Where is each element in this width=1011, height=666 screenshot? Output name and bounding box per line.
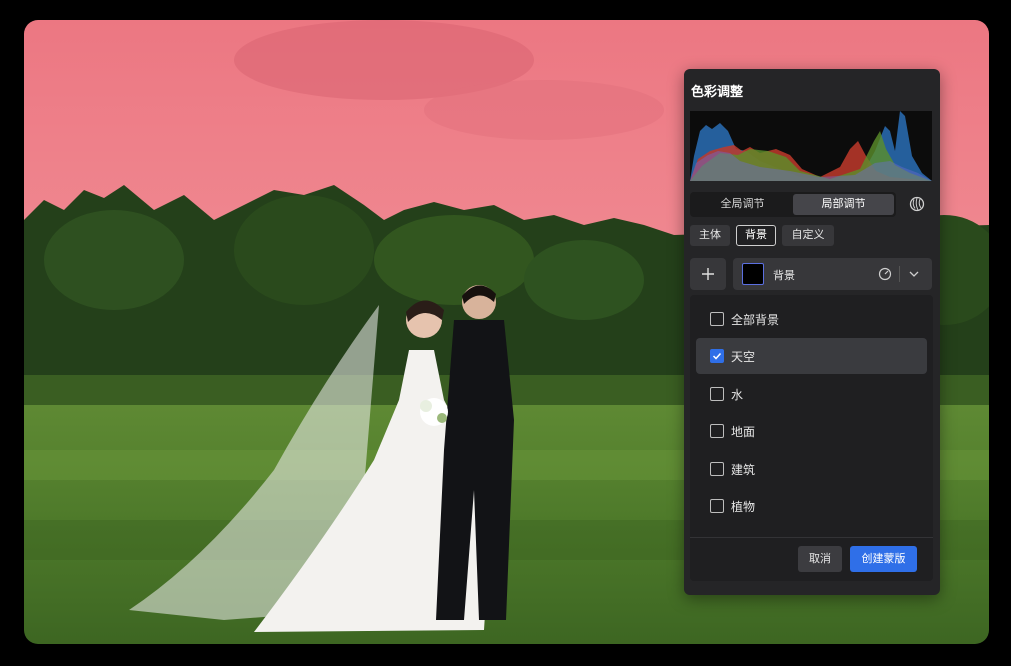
mask-options-dropdown: 全部背景 天空 水 地面 建筑 植物 取消 创建蒙版 (690, 295, 933, 581)
dropdown-divider (690, 537, 933, 538)
select-divider (899, 266, 900, 282)
chip-custom[interactable]: 自定义 (782, 225, 834, 246)
option-plants[interactable]: 植物 (696, 488, 927, 524)
checkbox[interactable] (710, 424, 724, 438)
checkbox[interactable] (710, 462, 724, 476)
option-label: 植物 (731, 500, 756, 514)
checkbox[interactable] (710, 499, 724, 513)
chevron-down-icon[interactable] (908, 268, 920, 280)
checkmark-icon (712, 352, 722, 360)
create-mask-button[interactable]: 创建蒙版 (850, 546, 917, 572)
plus-icon (702, 268, 714, 280)
gauge-icon[interactable] (878, 267, 892, 281)
adjust-mode-toggle: 全局调节 局部调节 (690, 192, 896, 217)
checkbox[interactable] (710, 387, 724, 401)
checkbox[interactable] (710, 349, 724, 363)
color-wheel-icon[interactable] (909, 196, 925, 212)
option-building[interactable]: 建筑 (696, 451, 927, 487)
option-label: 天空 (731, 350, 756, 364)
tab-global-adjust[interactable]: 全局调节 (692, 194, 793, 215)
option-all-background[interactable]: 全部背景 (696, 301, 927, 337)
tab-local-adjust[interactable]: 局部调节 (793, 194, 894, 215)
option-water[interactable]: 水 (696, 376, 927, 412)
add-mask-button[interactable] (690, 258, 726, 290)
option-label: 地面 (731, 425, 756, 439)
chip-background[interactable]: 背景 (736, 225, 776, 246)
checkbox[interactable] (710, 312, 724, 326)
histogram (690, 111, 932, 181)
mask-select[interactable]: 背景 (733, 258, 932, 290)
option-ground[interactable]: 地面 (696, 413, 927, 449)
option-label: 建筑 (731, 463, 756, 477)
panel-title: 色彩调整 (691, 84, 744, 99)
color-adjust-panel: 色彩调整 全局调节 局部调节 主体 背景 自定义 背景 全部背景 天空 水 地面… (684, 69, 940, 595)
option-label: 水 (731, 388, 744, 402)
option-label: 全部背景 (731, 313, 780, 327)
option-sky[interactable]: 天空 (696, 338, 927, 374)
mask-label: 背景 (773, 270, 795, 282)
mask-swatch (742, 263, 764, 285)
cancel-button[interactable]: 取消 (798, 546, 842, 572)
chip-subject[interactable]: 主体 (690, 225, 730, 246)
